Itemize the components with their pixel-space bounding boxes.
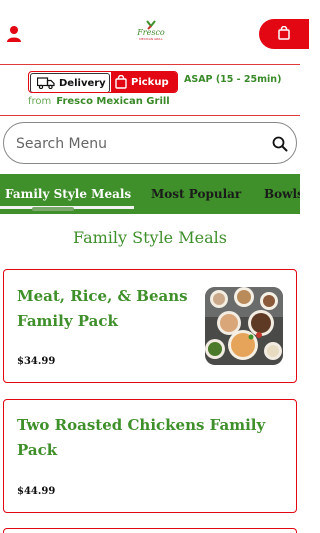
menu-item-price: $34.99 [17, 356, 56, 367]
menu-item-name: Two Roasted Chickens Family Pack [17, 416, 266, 459]
tab-bowls[interactable]: Bowls [264, 174, 300, 214]
restaurant-from-row: from Fresco Mexican Grill [28, 96, 170, 107]
menu-item-card[interactable]: Meat, Rice, & Beans Family Pack $34.99 [3, 269, 297, 383]
logo-text: Fresco [137, 28, 165, 37]
eta-text[interactable]: ASAP (15 - 25min) [184, 74, 281, 85]
search-bar [3, 122, 297, 164]
shopping-bag-icon [115, 75, 127, 89]
delivery-button[interactable]: Delivery [30, 73, 110, 92]
delivery-pickup-toggle: Delivery Pickup [28, 71, 178, 93]
restaurant-logo[interactable]: Fresco MEXICAN GRILL [131, 20, 171, 50]
menu-item-card[interactable] [3, 528, 297, 533]
from-label: from [28, 96, 52, 107]
tab-scroll-indicator [32, 207, 74, 211]
menu-item-card[interactable]: Two Roasted Chickens Family Pack $44.99 [3, 399, 297, 513]
menu-item-name: Meat, Rice, & Beans Family Pack [17, 287, 188, 330]
delivery-label: Delivery [59, 77, 106, 89]
restaurant-name[interactable]: Fresco Mexican Grill [56, 96, 169, 107]
section-title: Family Style Meals [73, 228, 227, 247]
cart-button[interactable] [259, 19, 309, 49]
tab-most-popular[interactable]: Most Popular [151, 174, 241, 214]
menu-item-price: $44.99 [17, 486, 56, 497]
header: Fresco MEXICAN GRILL [0, 0, 309, 64]
shopping-bag-icon [278, 26, 290, 40]
search-input[interactable] [16, 132, 256, 156]
logo-subtext: MEXICAN GRILL [139, 37, 163, 41]
user-icon[interactable] [6, 25, 22, 43]
truck-icon [37, 77, 55, 89]
menu-item-image [205, 287, 283, 365]
order-type-bar: Delivery Pickup ASAP (15 - 25min) from Fr… [0, 64, 300, 116]
search-icon[interactable] [272, 136, 288, 152]
pickup-label: Pickup [131, 76, 169, 88]
pickup-button[interactable]: Pickup [111, 72, 177, 92]
